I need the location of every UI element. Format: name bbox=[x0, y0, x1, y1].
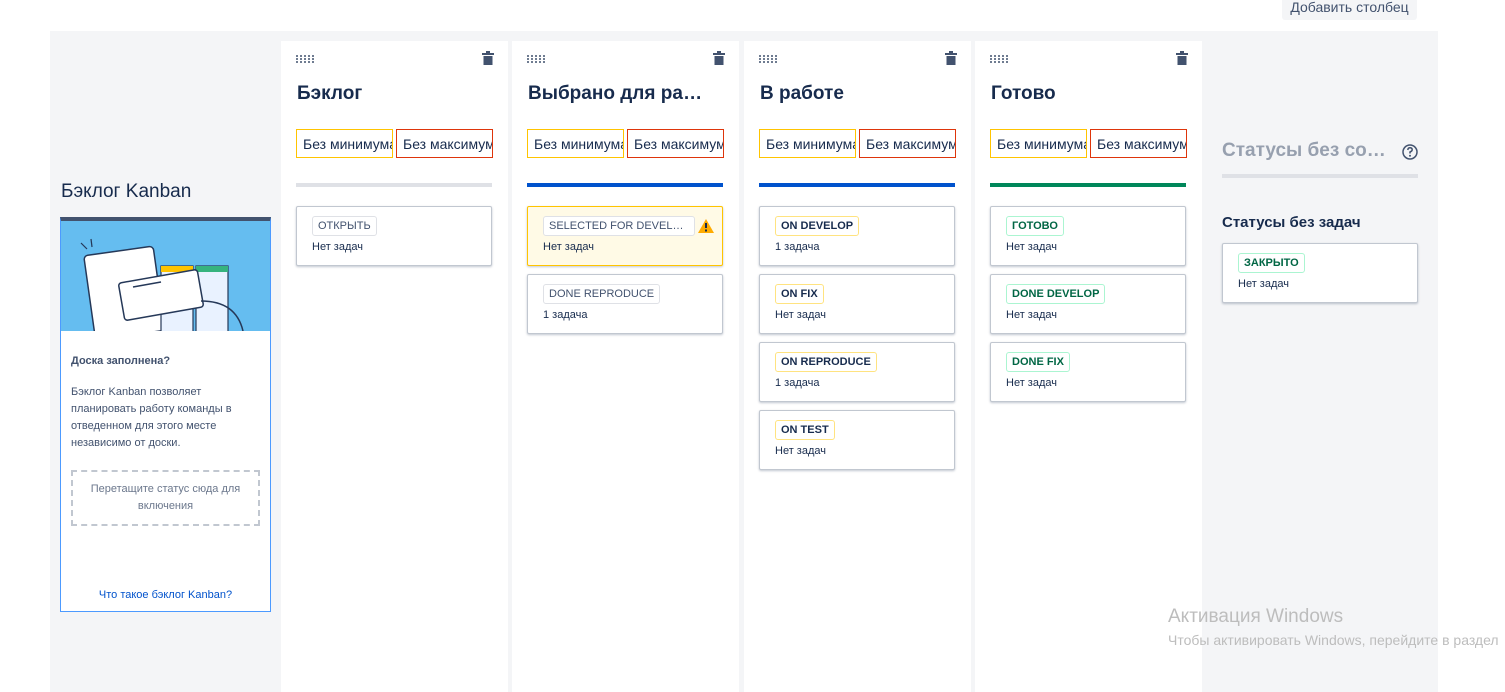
column-title[interactable]: Готово bbox=[991, 83, 1171, 105]
trash-icon[interactable] bbox=[713, 51, 725, 70]
add-column-button[interactable]: Добавить столбец bbox=[1282, 0, 1417, 20]
status-card[interactable]: ON DEVELOP 1 задача bbox=[759, 206, 955, 266]
status-lozenge: SELECTED FOR DEVELOPMENT bbox=[543, 216, 695, 236]
column-done[interactable]: Готово Без минимума Без максимума ГОТОВО… bbox=[975, 41, 1202, 692]
trash-icon[interactable] bbox=[1176, 51, 1188, 70]
unmapped-title: Статусы без сопоставления bbox=[1222, 140, 1392, 161]
warning-icon bbox=[698, 219, 714, 238]
min-limit-input[interactable]: Без минимума bbox=[527, 129, 624, 158]
column-title[interactable]: В работе bbox=[760, 83, 940, 105]
kanban-description: Бэклог Kanban позволяет планировать рабо… bbox=[71, 386, 232, 449]
status-lozenge: ON REPRODUCE bbox=[775, 352, 877, 372]
status-count: Нет задач bbox=[775, 445, 826, 457]
status-count: Нет задач bbox=[1006, 309, 1057, 321]
column-status-bar bbox=[296, 183, 492, 187]
status-lozenge: ON DEVELOP bbox=[775, 216, 860, 236]
min-limit-input[interactable]: Без минимума bbox=[990, 129, 1087, 158]
column-title[interactable]: Бэклог bbox=[297, 83, 477, 105]
watermark-title: Активация Windows bbox=[1168, 606, 1344, 627]
help-icon[interactable] bbox=[1402, 144, 1418, 165]
column-backlog[interactable]: Бэклог Без минимума Без максимума ОТКРЫТ… bbox=[281, 41, 508, 692]
kanban-illustration bbox=[61, 221, 270, 331]
status-count: Нет задач bbox=[543, 241, 594, 253]
column-in-progress[interactable]: В работе Без минимума Без максимума ON D… bbox=[744, 41, 971, 692]
status-count: Нет задач bbox=[1006, 241, 1057, 253]
status-count: Нет задач bbox=[312, 241, 363, 253]
status-lozenge: DONE FIX bbox=[1006, 352, 1070, 372]
min-limit-input[interactable]: Без минимума bbox=[759, 129, 856, 158]
status-card[interactable]: ГОТОВО Нет задач bbox=[990, 206, 1186, 266]
status-lozenge: DONE DEVELOP bbox=[1006, 284, 1106, 304]
status-lozenge: ЗАКРЫТО bbox=[1238, 253, 1305, 273]
column-status-bar bbox=[527, 183, 723, 187]
status-card[interactable]: ON TEST Нет задач bbox=[759, 410, 955, 470]
status-lozenge: ГОТОВО bbox=[1006, 216, 1064, 236]
status-count: 1 задача bbox=[775, 241, 820, 253]
max-limit-input[interactable]: Без максимума bbox=[859, 129, 956, 158]
unmapped-subtitle: Статусы без задач bbox=[1222, 214, 1361, 231]
column-title[interactable]: Выбрано для разработки bbox=[528, 83, 708, 105]
status-lozenge: ON FIX bbox=[775, 284, 824, 304]
status-lozenge: DONE REPRODUCE bbox=[543, 284, 661, 304]
status-count: Нет задач bbox=[1238, 278, 1289, 290]
status-card[interactable]: ON FIX Нет задач bbox=[759, 274, 955, 334]
max-limit-input[interactable]: Без максимума bbox=[396, 129, 493, 158]
unmapped-bar bbox=[1222, 174, 1418, 178]
drag-handle-icon[interactable] bbox=[989, 51, 1009, 69]
watermark-subtitle: Чтобы активировать Windows, перейдите в … bbox=[1168, 632, 1499, 648]
min-limit-input[interactable]: Без минимума bbox=[296, 129, 393, 158]
status-card[interactable]: ON REPRODUCE 1 задача bbox=[759, 342, 955, 402]
dropzone-text: Перетащите статус сюда для включения bbox=[90, 483, 241, 512]
kanban-heading: Доска заполнена? bbox=[71, 355, 171, 367]
status-card[interactable]: DONE FIX Нет задач bbox=[990, 342, 1186, 402]
status-card[interactable]: SELECTED FOR DEVELOPMENT Нет задач bbox=[527, 206, 723, 266]
max-limit-input[interactable]: Без максимума bbox=[1090, 129, 1187, 158]
status-count: 1 задача bbox=[775, 377, 820, 389]
column-selected[interactable]: Выбрано для разработки Без минимума Без … bbox=[512, 41, 739, 692]
column-status-bar bbox=[990, 183, 1186, 187]
kanban-backlog-panel: Бэклог Kanban Доска заполнена? Бэклог Ka… bbox=[60, 181, 271, 612]
status-card[interactable]: ОТКРЫТЬ Нет задач bbox=[296, 206, 492, 266]
status-count: Нет задач bbox=[775, 309, 826, 321]
trash-icon[interactable] bbox=[945, 51, 957, 70]
kanban-dropzone[interactable]: Перетащите статус сюда для включения bbox=[71, 470, 260, 526]
unmapped-statuses-panel: Статусы без сопоставления Статусы без за… bbox=[1222, 140, 1418, 311]
column-status-bar bbox=[759, 183, 955, 187]
trash-icon[interactable] bbox=[482, 51, 494, 70]
drag-handle-icon[interactable] bbox=[758, 51, 778, 69]
status-lozenge: ОТКРЫТЬ bbox=[312, 216, 377, 236]
status-card[interactable]: DONE REPRODUCE 1 задача bbox=[527, 274, 723, 334]
status-card[interactable]: ЗАКРЫТО Нет задач bbox=[1222, 243, 1418, 303]
windows-activation-watermark: Активация Windows Чтобы активировать Win… bbox=[1168, 606, 1499, 648]
status-card[interactable]: DONE DEVELOP Нет задач bbox=[990, 274, 1186, 334]
status-count: Нет задач bbox=[1006, 377, 1057, 389]
drag-handle-icon[interactable] bbox=[295, 51, 315, 69]
status-lozenge: ON TEST bbox=[775, 420, 835, 440]
kanban-backlog-title: Бэклог Kanban bbox=[61, 181, 192, 202]
kanban-backlog-card: Доска заполнена? Бэклог Kanban позволяет… bbox=[60, 217, 271, 612]
drag-handle-icon[interactable] bbox=[526, 51, 546, 69]
status-count: 1 задача bbox=[543, 309, 588, 321]
kanban-help-link[interactable]: Что такое бэклог Kanban? bbox=[61, 589, 270, 601]
max-limit-input[interactable]: Без максимума bbox=[627, 129, 724, 158]
